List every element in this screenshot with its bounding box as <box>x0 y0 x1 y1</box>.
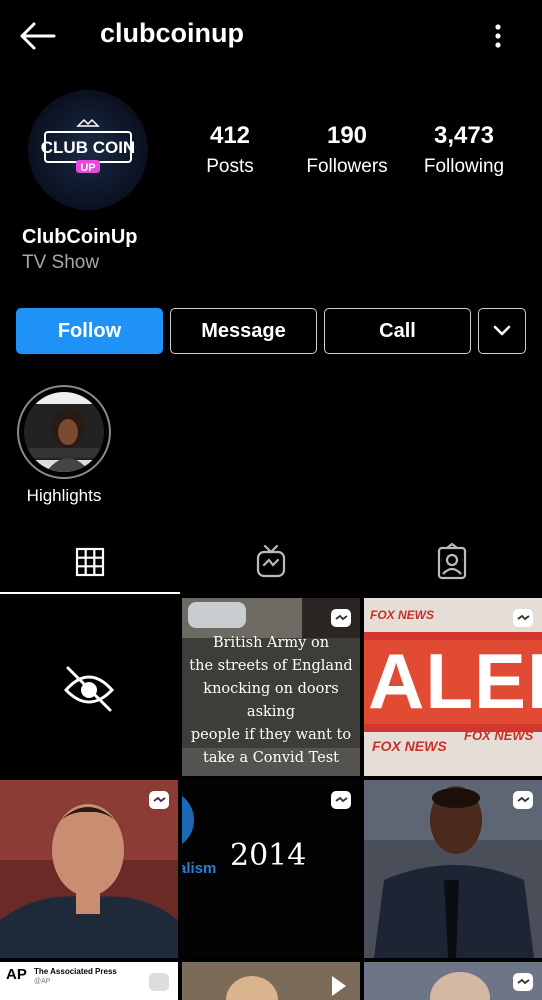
highlight-image <box>24 392 104 472</box>
post-ap-tweet[interactable]: AP The Associated Press @AP <box>0 962 178 1000</box>
logo-subtext: UP <box>80 162 95 174</box>
followers-count: 190 <box>326 122 368 149</box>
caption-line: knocking on doors asking <box>203 681 339 720</box>
active-tab-indicator <box>0 592 180 594</box>
message-button[interactable]: Message <box>170 308 317 354</box>
caption-line: people if they want to <box>190 727 352 743</box>
reel-icon <box>149 791 169 809</box>
reel-icon <box>513 791 533 809</box>
ap-handle: @AP <box>34 978 51 985</box>
igtv-icon[interactable] <box>251 540 291 584</box>
chevron-down-icon <box>493 325 511 336</box>
suggested-accounts-button[interactable] <box>478 308 526 354</box>
post-video-3[interactable] <box>182 962 360 1000</box>
ap-source: The Associated Press <box>34 967 117 976</box>
following-label: Following <box>423 156 505 177</box>
caption-line: the streets of England <box>189 658 353 674</box>
following-count: 3,473 <box>433 122 495 149</box>
posts-count: 412 <box>209 122 251 149</box>
followers-label: Followers <box>306 156 388 177</box>
stat-following[interactable]: 3,473 Following <box>404 122 524 178</box>
hidden-eye-icon <box>63 666 115 712</box>
post-suited-man[interactable] <box>364 780 542 958</box>
post-army-test[interactable]: British Army on the streets of England k… <box>182 598 360 776</box>
reel-icon <box>331 609 351 627</box>
video-thumbnail <box>182 962 360 1000</box>
logo-text: CLUB COIN <box>41 138 135 157</box>
profile-category: TV Show <box>22 252 100 273</box>
posts-label: Posts <box>206 156 254 177</box>
fox-brand-top: FOX NEWS <box>370 608 435 622</box>
reel-icon <box>513 609 533 627</box>
reel-icon <box>149 973 169 991</box>
display-name: ClubCoinUp <box>22 226 138 248</box>
year-caption: 2014 <box>230 838 307 873</box>
follow-button[interactable]: Follow <box>16 308 163 354</box>
more-options-icon[interactable] <box>484 20 512 52</box>
post-video-4[interactable] <box>364 962 542 1000</box>
partial-caption: alism <box>182 860 217 877</box>
call-button[interactable]: Call <box>324 308 471 354</box>
caption-line: British Army on <box>212 635 330 651</box>
post-news-anchor[interactable] <box>0 780 178 958</box>
post-fox-alert[interactable]: FOX NEWS ALER FOX NEWS FOX NEWS <box>364 598 542 776</box>
army-caption: British Army on the streets of England k… <box>182 632 360 770</box>
tagged-icon[interactable] <box>432 540 472 584</box>
fox-brand-bottom: FOX NEWS <box>372 738 447 754</box>
grid-icon[interactable] <box>70 540 110 584</box>
back-arrow-icon[interactable] <box>18 20 56 52</box>
reel-icon <box>513 973 533 991</box>
stat-posts[interactable]: 412 Posts <box>170 122 290 178</box>
avatar[interactable]: CLUB COIN UP <box>28 90 148 210</box>
highlight-thumbnail[interactable] <box>24 392 104 472</box>
fox-brand-bottom-2: FOX NEWS <box>464 728 534 743</box>
highlight-label: Highlights <box>26 486 102 505</box>
profile-username: clubcoinup <box>100 18 244 48</box>
club-coin-up-logo: CLUB COIN UP <box>28 90 148 210</box>
stat-followers[interactable]: 190 Followers <box>287 122 407 178</box>
reel-icon <box>331 791 351 809</box>
post-2014[interactable]: alism 2014 <box>182 780 360 958</box>
alert-text: ALER <box>368 637 542 725</box>
post-hidden[interactable] <box>0 598 178 776</box>
ap-logo: AP <box>6 966 27 983</box>
caption-line: take a Convid Test <box>203 750 339 766</box>
